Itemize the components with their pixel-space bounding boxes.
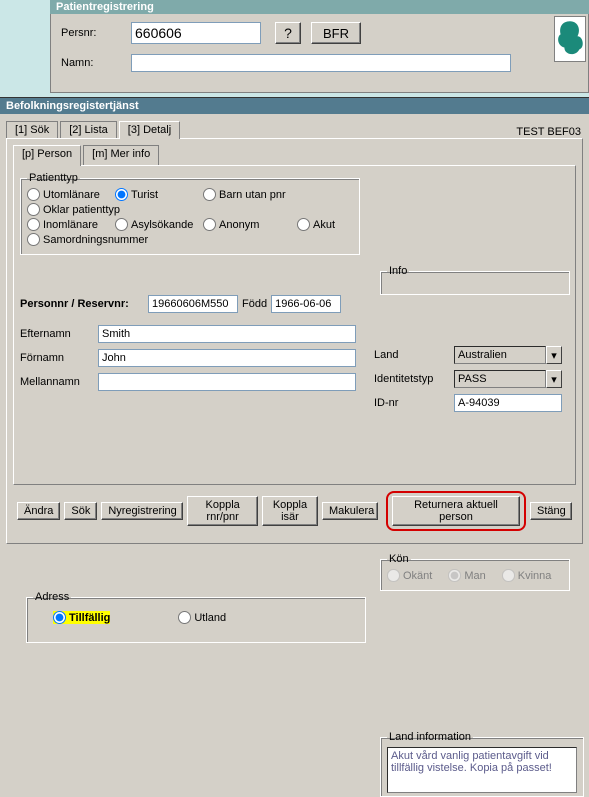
info-group: Info: [380, 265, 570, 295]
namn-label: Namn:: [61, 57, 131, 69]
efternamn-input[interactable]: [98, 325, 356, 343]
radio-utland[interactable]: Utland: [178, 611, 226, 624]
kon-group: Kön Okänt Man Kvinna: [380, 553, 570, 591]
personnr-value: [148, 295, 238, 313]
idnr-value: [454, 394, 562, 412]
koppla-rnr-button[interactable]: Koppla rnr/pnr: [187, 496, 258, 526]
patienttyp-group: Patienttyp Utomlänare Turist Barn utan p…: [20, 172, 360, 255]
tab-detalj[interactable]: [3] Detalj: [119, 121, 180, 139]
adress-legend: Adress: [33, 591, 71, 603]
fornamn-label: Förnamn: [20, 352, 98, 364]
namn-input[interactable]: [131, 54, 511, 72]
subtab-merinfo[interactable]: [m] Mer info: [83, 145, 159, 165]
radio-okant[interactable]: Okänt: [387, 569, 432, 582]
efternamn-label: Efternamn: [20, 328, 98, 340]
persnr-input[interactable]: [131, 22, 261, 44]
help-button[interactable]: ?: [275, 22, 301, 44]
kon-legend: Kön: [387, 553, 411, 565]
radio-oklar-patienttyp[interactable]: Oklar patienttyp: [27, 203, 120, 216]
nyregistrering-button[interactable]: Nyregistrering: [101, 502, 183, 520]
mellannamn-input[interactable]: [98, 373, 356, 391]
koppla-isar-button[interactable]: Koppla isär: [262, 496, 318, 526]
landinfo-text: Akut vård vanlig patientavgift vid tillf…: [387, 747, 577, 793]
fodd-value: [271, 295, 341, 313]
andra-button[interactable]: Ändra: [17, 502, 60, 520]
returnera-highlight: Returnera aktuell person: [386, 491, 526, 531]
landinfo-group: Land information Akut vård vanlig patien…: [380, 731, 584, 797]
makulera-button[interactable]: Makulera: [322, 502, 378, 520]
radio-samordningsnummer[interactable]: Samordningsnummer: [27, 233, 148, 246]
fornamn-input[interactable]: [98, 349, 356, 367]
personnr-label: Personnr / Reservnr:: [20, 298, 148, 310]
land-value: [454, 346, 546, 364]
radio-anonym[interactable]: Anonym: [203, 218, 289, 231]
bfr-button[interactable]: BFR: [311, 22, 361, 44]
env-label: TEST BEF03: [516, 126, 583, 138]
radio-man[interactable]: Man: [448, 569, 485, 582]
subtab-person[interactable]: [p] Person: [13, 145, 81, 166]
app-logo-icon: [554, 16, 586, 62]
radio-asylsokande[interactable]: Asylsökande: [115, 218, 195, 231]
identitetstyp-label: Identitetstyp: [374, 373, 454, 385]
returnera-button[interactable]: Returnera aktuell person: [392, 496, 520, 526]
landinfo-legend: Land information: [387, 731, 473, 743]
tab-lista[interactable]: [2] Lista: [60, 121, 117, 138]
fodd-label: Född: [242, 298, 267, 310]
patienttyp-legend: Patienttyp: [27, 172, 80, 184]
identitetstyp-value: [454, 370, 546, 388]
radio-barn-utan-pnr[interactable]: Barn utan pnr: [203, 188, 289, 201]
patientregistrering-title: Patientregistrering: [50, 0, 589, 14]
befolkning-title: Befolkningsregistertjänst: [0, 97, 589, 114]
tab-sok[interactable]: [1] Sök: [6, 121, 58, 138]
sok-button[interactable]: Sök: [64, 502, 97, 520]
persnr-label: Persnr:: [61, 27, 131, 39]
radio-kvinna[interactable]: Kvinna: [502, 569, 552, 582]
radio-turist[interactable]: Turist: [115, 188, 195, 201]
radio-tillfallig[interactable]: Tillfällig: [53, 611, 110, 624]
chevron-down-icon[interactable]: ▾: [546, 370, 562, 388]
radio-utomlanare[interactable]: Utomlänare: [27, 188, 107, 201]
adress-group: Adress Tillfällig Utland: [26, 591, 366, 643]
identitetstyp-combo[interactable]: ▾: [454, 370, 562, 388]
mellannamn-label: Mellannamn: [20, 376, 98, 388]
chevron-down-icon[interactable]: ▾: [546, 346, 562, 364]
land-label: Land: [374, 349, 454, 361]
land-combo[interactable]: ▾: [454, 346, 562, 364]
info-legend: Info: [387, 265, 409, 277]
stang-button[interactable]: Stäng: [530, 502, 572, 520]
radio-akut[interactable]: Akut: [297, 218, 335, 231]
radio-inomlanare[interactable]: Inomlänare: [27, 218, 107, 231]
idnr-label: ID-nr: [374, 397, 454, 409]
